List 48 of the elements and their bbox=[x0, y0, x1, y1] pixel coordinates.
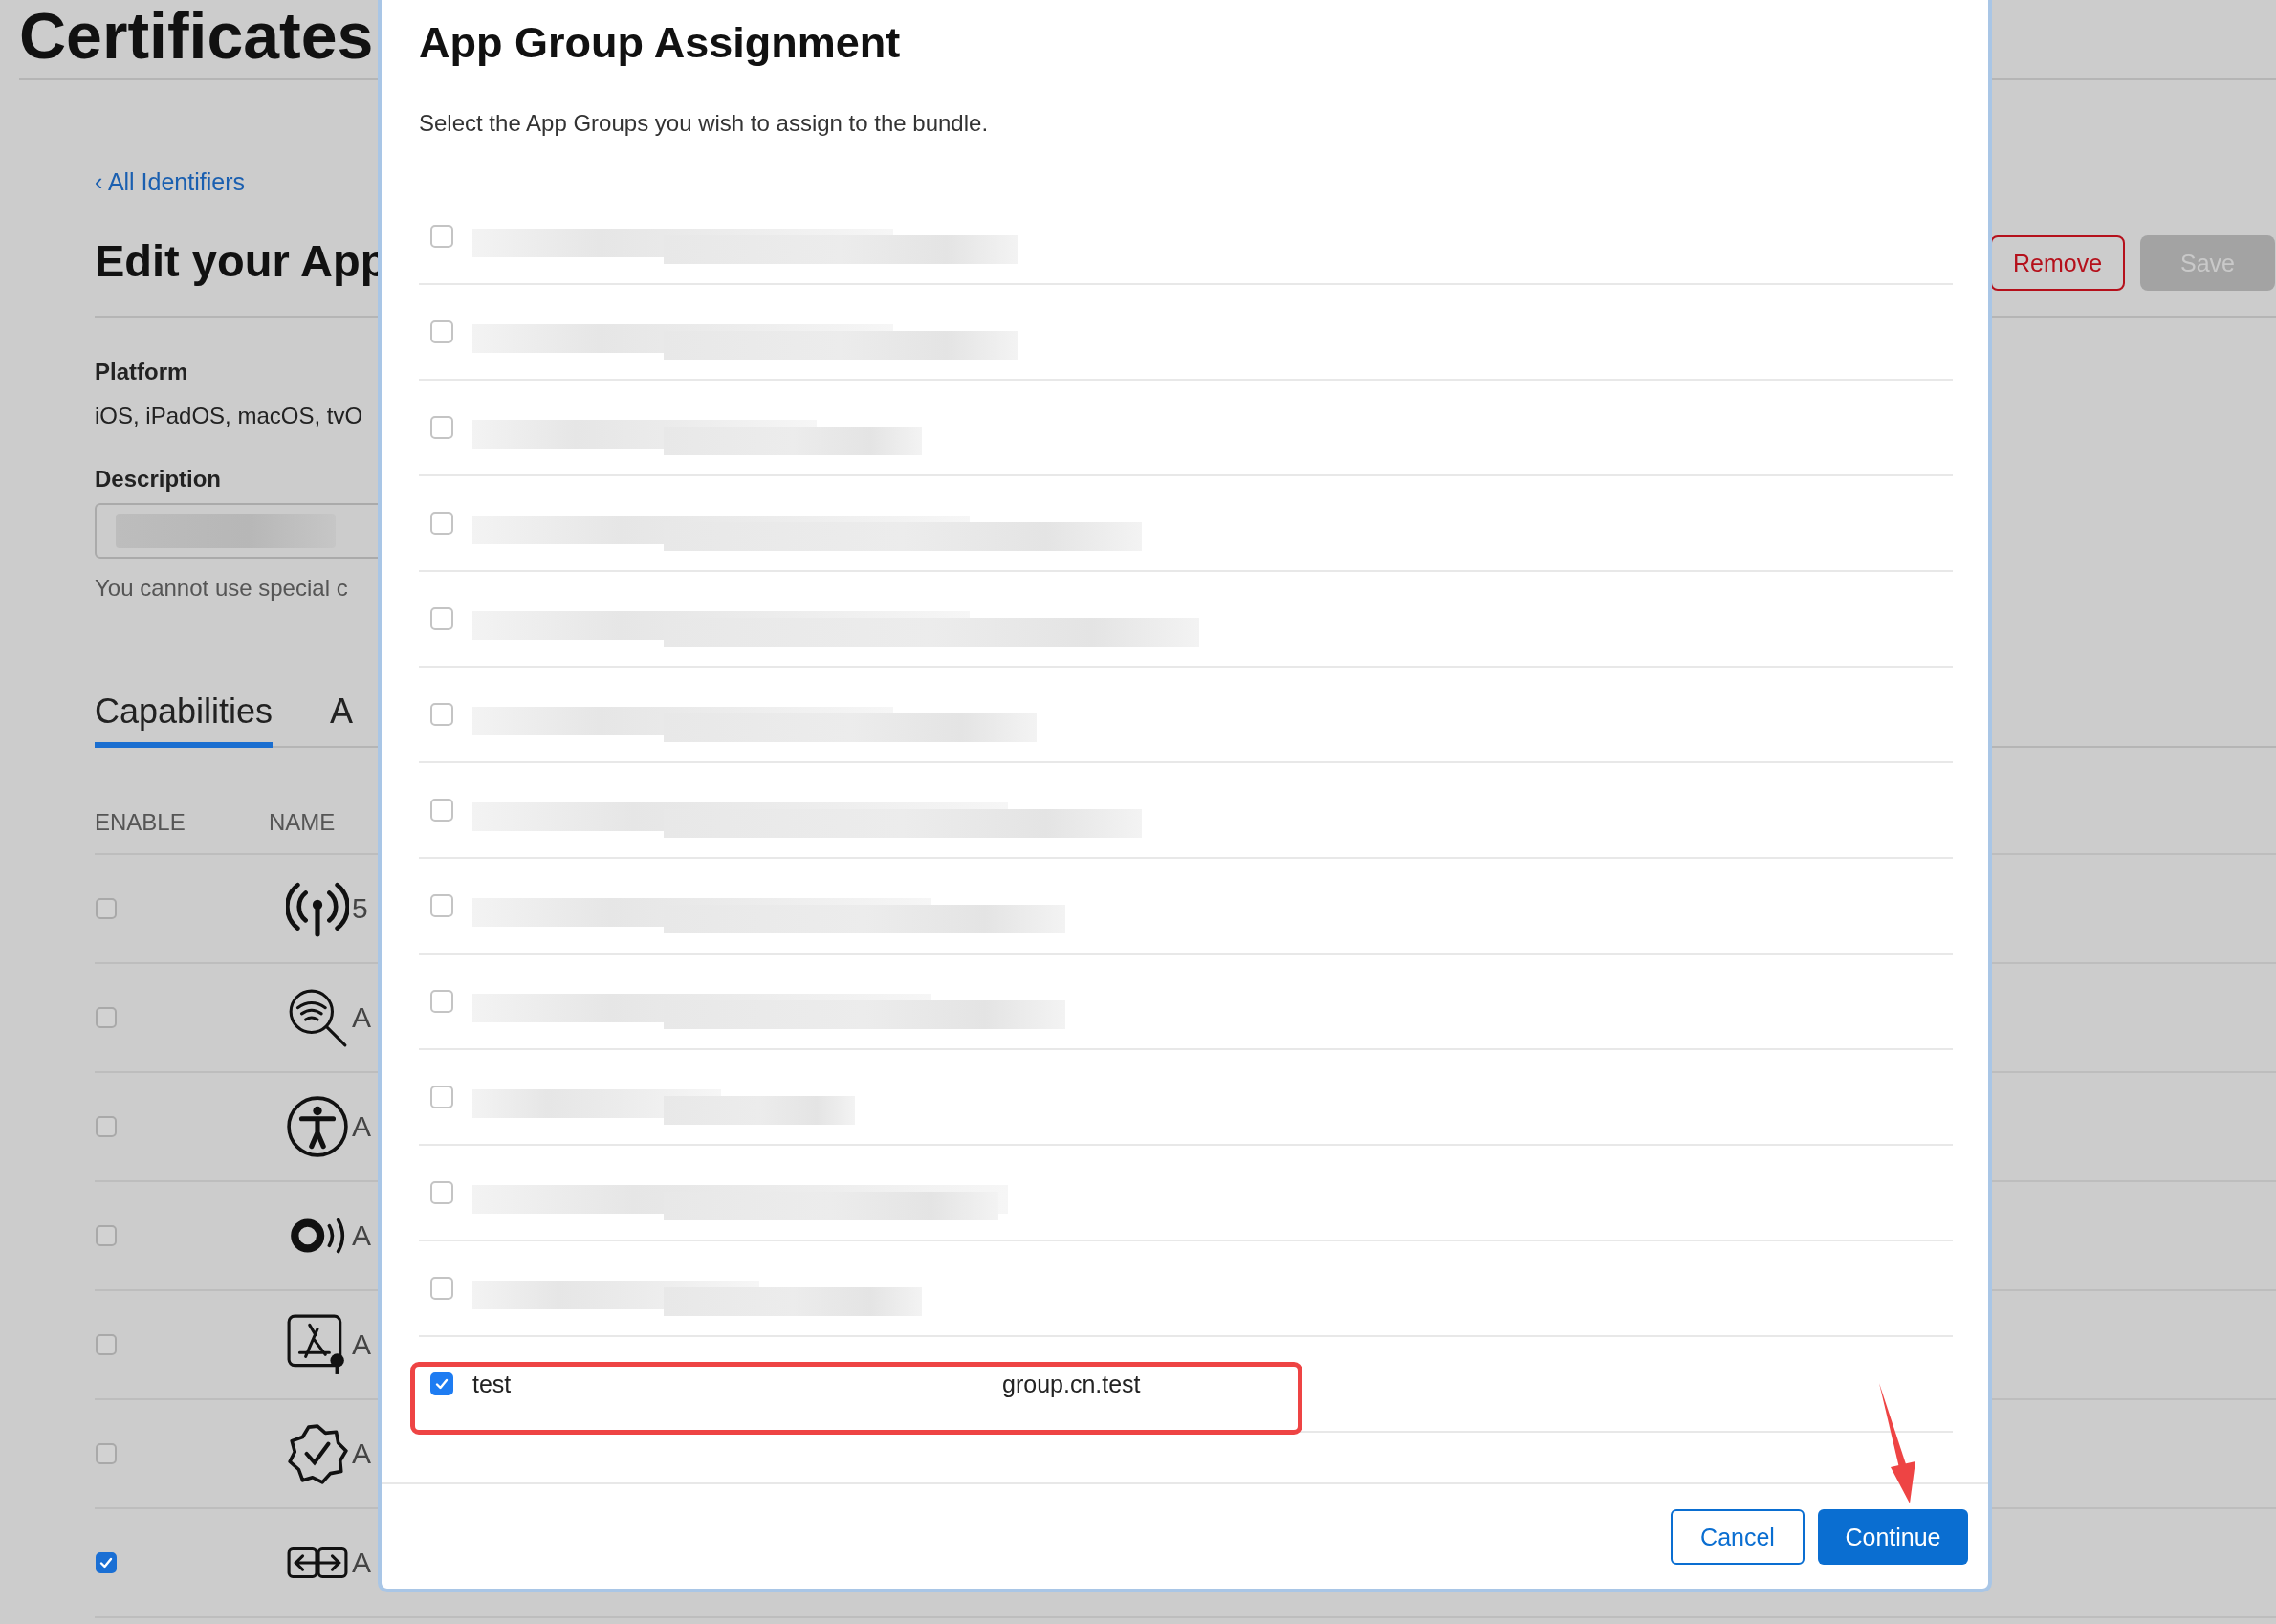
accessibility-icon bbox=[286, 1095, 349, 1158]
capability-name: A bbox=[352, 1437, 371, 1470]
checkbox[interactable] bbox=[96, 1443, 117, 1464]
capability-name: A bbox=[352, 1110, 371, 1143]
checkmark-icon bbox=[434, 1376, 449, 1392]
checkbox[interactable] bbox=[96, 1225, 117, 1246]
checkbox[interactable] bbox=[96, 1116, 117, 1137]
back-link[interactable]: ‹ All Identifiers bbox=[95, 165, 245, 199]
checkbox[interactable] bbox=[430, 1181, 453, 1204]
capability-name: 5 bbox=[352, 892, 368, 925]
checkbox[interactable] bbox=[430, 703, 453, 726]
tab[interactable]: A bbox=[330, 691, 354, 748]
checkbox[interactable] bbox=[430, 1372, 453, 1395]
field-label: Platform bbox=[95, 358, 188, 386]
checkmark-icon bbox=[98, 1555, 114, 1570]
page-title: Certificates bbox=[19, 0, 374, 74]
group-identifier: group.cn.test bbox=[1002, 1370, 1141, 1398]
capability-name: A bbox=[352, 1547, 371, 1579]
capability-name: A bbox=[352, 1328, 371, 1361]
checkbox[interactable] bbox=[430, 320, 453, 343]
field-label: Description bbox=[95, 465, 222, 494]
dialog-subtitle: Select the App Groups you wish to assign to the bundle. bbox=[419, 109, 989, 138]
field-hint: You cannot use special c bbox=[95, 574, 348, 603]
checkbox[interactable] bbox=[96, 898, 117, 919]
platform-value: iOS, iPadOS, macOS, tvO bbox=[95, 402, 363, 430]
checkbox[interactable] bbox=[430, 607, 453, 630]
group-row[interactable]: test group.cn.test bbox=[419, 1337, 1953, 1433]
checkbox[interactable] bbox=[96, 1334, 117, 1355]
checkbox[interactable] bbox=[430, 512, 453, 535]
seal-check-icon bbox=[286, 1422, 349, 1485]
checkbox[interactable] bbox=[430, 894, 453, 917]
cancel-button[interactable]: Cancel bbox=[1671, 1509, 1805, 1565]
checkbox[interactable] bbox=[96, 1007, 117, 1028]
column-header: NAME bbox=[269, 809, 336, 836]
checkbox[interactable] bbox=[430, 416, 453, 439]
column-header: ENABLE bbox=[95, 809, 186, 836]
tab[interactable]: Capabilities bbox=[95, 691, 274, 748]
checkbox[interactable] bbox=[430, 1277, 453, 1300]
checkbox[interactable] bbox=[430, 225, 453, 248]
checkbox[interactable] bbox=[96, 1552, 117, 1573]
capability-name: A bbox=[352, 1001, 371, 1034]
checkbox[interactable] bbox=[430, 1086, 453, 1108]
dialog-title: App Group Assignment bbox=[419, 17, 901, 69]
capability-name: A bbox=[352, 1219, 371, 1252]
checkbox[interactable] bbox=[430, 799, 453, 822]
continue-button[interactable]: Continue bbox=[1818, 1509, 1968, 1565]
group-name: test bbox=[472, 1370, 512, 1398]
checkbox[interactable] bbox=[430, 990, 453, 1013]
